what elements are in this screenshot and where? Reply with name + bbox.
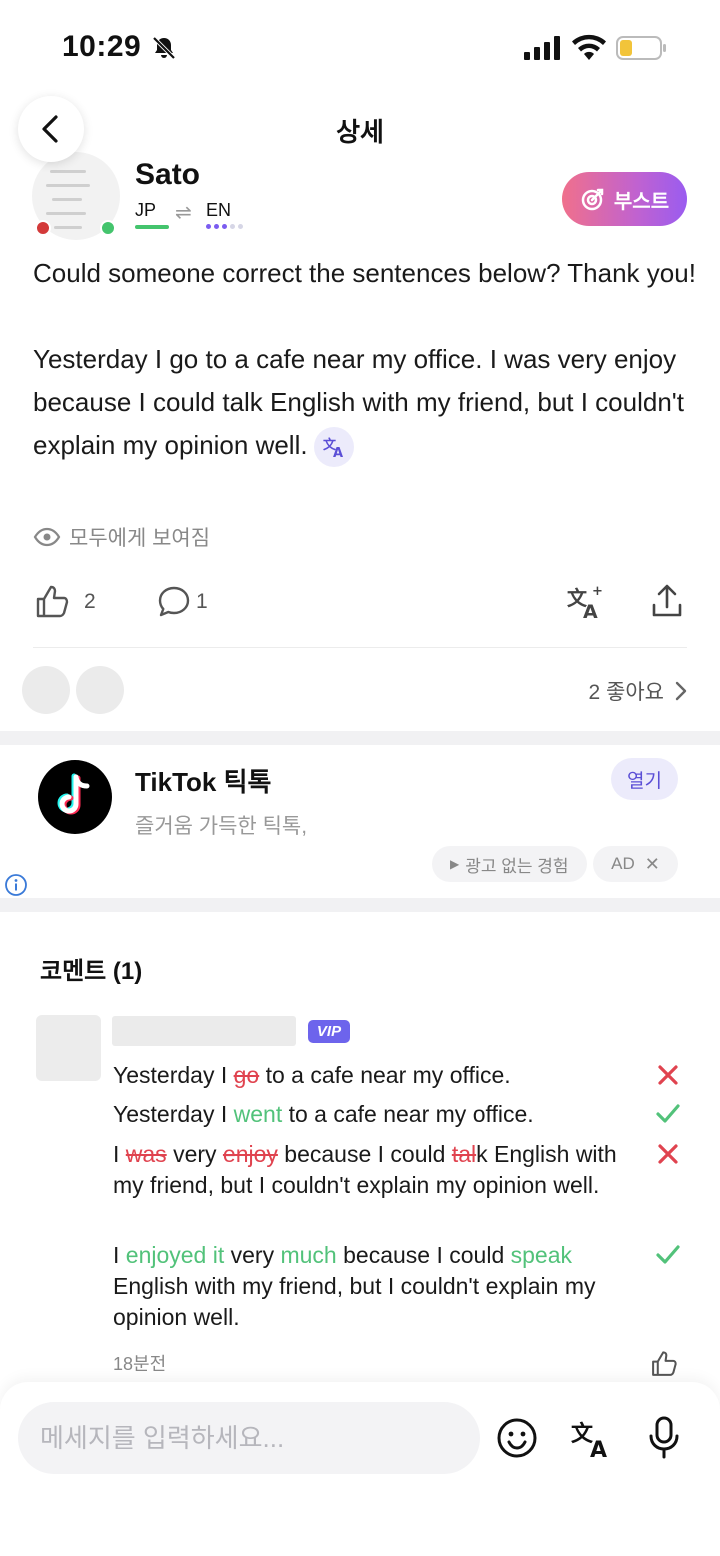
author-name[interactable]: Sato	[135, 158, 200, 192]
visibility-label: 모두에게 보여짐	[69, 527, 211, 550]
comment-bubble-icon	[158, 586, 190, 617]
native-language: JP	[135, 200, 157, 220]
share-icon	[652, 584, 682, 617]
wifi-icon	[572, 34, 606, 60]
post-body: Could someone correct the sentences belo…	[33, 252, 698, 468]
comment-like-icon[interactable]	[650, 1350, 678, 1378]
ad-title[interactable]: TikTok 틱톡	[135, 762, 271, 799]
chevron-left-icon	[42, 115, 58, 143]
incorrect-icon	[658, 1065, 678, 1085]
section-divider	[0, 898, 720, 912]
svg-text:A: A	[590, 1438, 607, 1461]
no-ads-label: 광고 없는 경험	[465, 856, 569, 876]
thumbs-up-icon	[36, 585, 69, 618]
ad-open-button[interactable]: 열기	[611, 758, 678, 800]
bell-off-icon	[152, 36, 176, 60]
like-count: 2	[84, 590, 96, 613]
online-status-dot	[100, 220, 116, 236]
translate-icon: 文 A +	[567, 584, 603, 623]
emoji-icon[interactable]	[496, 1417, 538, 1459]
info-icon[interactable]	[4, 873, 28, 897]
status-time: 10:29	[62, 30, 142, 63]
section-divider	[0, 731, 720, 745]
svg-text:+: +	[592, 584, 603, 599]
post-text: Could someone correct the sentences belo…	[33, 258, 696, 460]
commenter-name-placeholder[interactable]	[112, 1016, 296, 1046]
status-bar: 10:29	[0, 0, 720, 96]
ad-description: 즐거움 가득한 틱톡,	[135, 815, 308, 838]
translate-icon[interactable]: 文 A	[570, 1417, 614, 1461]
incorrect-icon	[658, 1144, 678, 1164]
comment-time: 18분전	[113, 1354, 167, 1374]
page-title: 상세	[336, 117, 384, 147]
back-button[interactable]	[18, 96, 84, 162]
translate-button[interactable]: 文 A +	[566, 583, 604, 626]
boost-label: 부스트	[613, 190, 670, 213]
comments-title: 코멘트 (1)	[40, 958, 143, 985]
microphone-icon[interactable]	[644, 1415, 684, 1461]
like-button[interactable]: 2	[34, 584, 96, 620]
boost-button[interactable]: 부스트	[562, 172, 687, 226]
native-flag-dot	[35, 220, 51, 236]
visibility: 모두에게 보여짐	[33, 522, 210, 552]
chevron-right-icon	[675, 681, 687, 701]
no-ads-button[interactable]: ▶ 광고 없는 경험	[432, 846, 587, 882]
comment-button[interactable]: 1	[156, 584, 208, 620]
translate-post-button[interactable]: 文A	[313, 427, 354, 468]
likes-link[interactable]: 2 좋아요	[589, 676, 688, 706]
eye-icon	[33, 527, 61, 547]
correction-fixed-2: I enjoyed it very much because I could s…	[113, 1242, 596, 1330]
signal-icon	[524, 36, 560, 60]
svg-text:A: A	[583, 601, 598, 621]
message-input[interactable]	[18, 1402, 480, 1474]
learning-level-dots	[206, 224, 243, 229]
comment-count: 1	[196, 590, 208, 613]
exchange-arrows-icon: ⇌	[175, 202, 192, 224]
correction-original-2: I was very enjoy because I could talk En…	[113, 1141, 617, 1198]
tiktok-note-icon	[57, 773, 90, 815]
correct-icon	[656, 1245, 680, 1264]
divider	[33, 647, 687, 648]
share-button[interactable]	[650, 583, 684, 624]
liker-avatar	[76, 666, 124, 714]
target-icon	[581, 188, 604, 211]
translate-icon: 文A	[323, 437, 343, 459]
liker-avatar	[22, 666, 70, 714]
correction-original-1: Yesterday I go to a cafe near my office.	[113, 1062, 511, 1088]
tiktok-logo[interactable]	[38, 760, 112, 834]
correction-fixed-1: Yesterday I went to a cafe near my offic…	[113, 1101, 534, 1127]
learning-language: EN	[206, 200, 232, 220]
ad-label: AD	[611, 854, 635, 873]
close-icon: ✕	[644, 853, 660, 874]
commenter-avatar[interactable]	[36, 1015, 101, 1081]
svg-text:A: A	[333, 446, 343, 459]
native-level-bar	[135, 225, 169, 229]
likers-avatars[interactable]	[22, 666, 124, 714]
battery-icon	[616, 36, 666, 60]
vip-badge: VIP	[308, 1020, 350, 1043]
play-icon: ▶	[450, 857, 460, 871]
ad-close-button[interactable]: AD ✕	[593, 846, 678, 882]
likes-summary: 2 좋아요	[588, 681, 664, 704]
correct-icon	[656, 1104, 680, 1123]
